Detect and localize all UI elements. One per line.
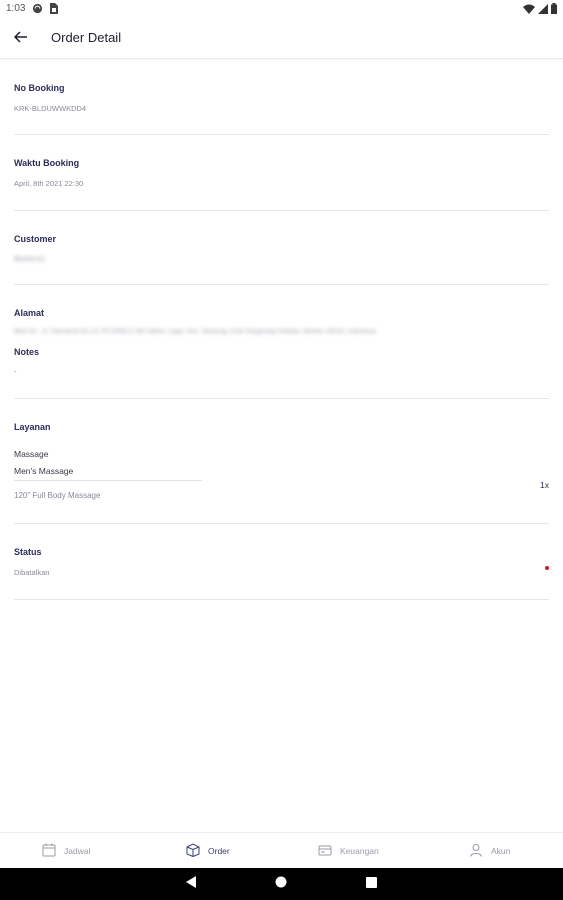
service-quantity: 1x [540,480,549,490]
system-back-button[interactable] [184,875,198,893]
customer-label: Customer [14,234,57,244]
back-button[interactable] [10,28,32,50]
wifi-icon [523,1,535,19]
battery-icon [551,1,557,19]
service-category: Massage [14,449,49,459]
calendar-icon [42,843,56,859]
nav-item-jadwal[interactable]: Jadwal [42,843,90,859]
wallet-icon [318,843,332,859]
waktu-booking-value: April, 8th 2021 22:30 [14,179,84,188]
alamat-label: Alamat [14,308,45,318]
app-bar: Order Detail [0,20,563,59]
system-home-button[interactable] [274,875,288,893]
bottom-nav: Jadwal Order Keuangan Akun [0,832,563,869]
sim-card-icon [49,1,58,19]
nav-label-akun: Akun [491,846,511,856]
no-booking-value: KRK-BLDUWWKDD4 [14,104,87,113]
nav-item-keuangan[interactable]: Keuangan [318,843,379,859]
service-divider [14,480,202,481]
back-triangle-icon [186,875,196,893]
status-indicator-dot [545,566,549,570]
section-waktu-booking: Waktu Booking April, 8th 2021 22:30 [14,134,549,211]
alamat-value: Blok H1 , Jl. Sarotama No.14, RT.2/RW.3,… [14,328,376,335]
nav-item-akun[interactable]: Akun [469,843,510,859]
no-booking-label: No Booking [14,83,65,93]
customer-value: Beckenzi [14,254,45,263]
status-label: Status [14,547,42,557]
service-detail: 120" Full Body Massage [14,491,101,500]
signal-icon [538,1,548,19]
status-time: 1:03 [6,3,26,14]
home-circle-icon [275,875,287,893]
arrow-left-icon [13,30,28,48]
notes-label: Notes [14,347,40,357]
nav-item-order[interactable]: Order [186,843,230,859]
user-icon [469,843,483,859]
status-bar: 1:03 [0,0,563,20]
section-alamat: Alamat Blok H1 , Jl. Sarotama No.14, RT.… [14,284,549,399]
layanan-label: Layanan [14,422,51,432]
notes-value: - [14,367,17,376]
nav-label-jadwal: Jadwal [64,846,91,856]
recents-square-icon [365,875,377,893]
nav-label-keuangan: Keuangan [340,846,379,856]
page-title: Order Detail [51,30,122,45]
status-value: Dibatalkan [14,568,50,577]
section-no-booking: No Booking KRK-BLDUWWKDD4 [14,70,549,135]
sync-icon [32,1,43,19]
section-status: Status Dibatalkan [14,523,549,600]
box-icon [186,843,200,859]
waktu-booking-label: Waktu Booking [14,158,80,168]
system-nav-bar [0,868,563,900]
section-layanan: Layanan Massage Men's Massage 120" Full … [14,398,549,524]
system-recents-button[interactable] [364,877,378,891]
nav-label-order: Order [208,846,230,856]
service-name: Men's Massage [14,466,74,476]
section-customer: Customer Beckenzi [14,210,549,285]
